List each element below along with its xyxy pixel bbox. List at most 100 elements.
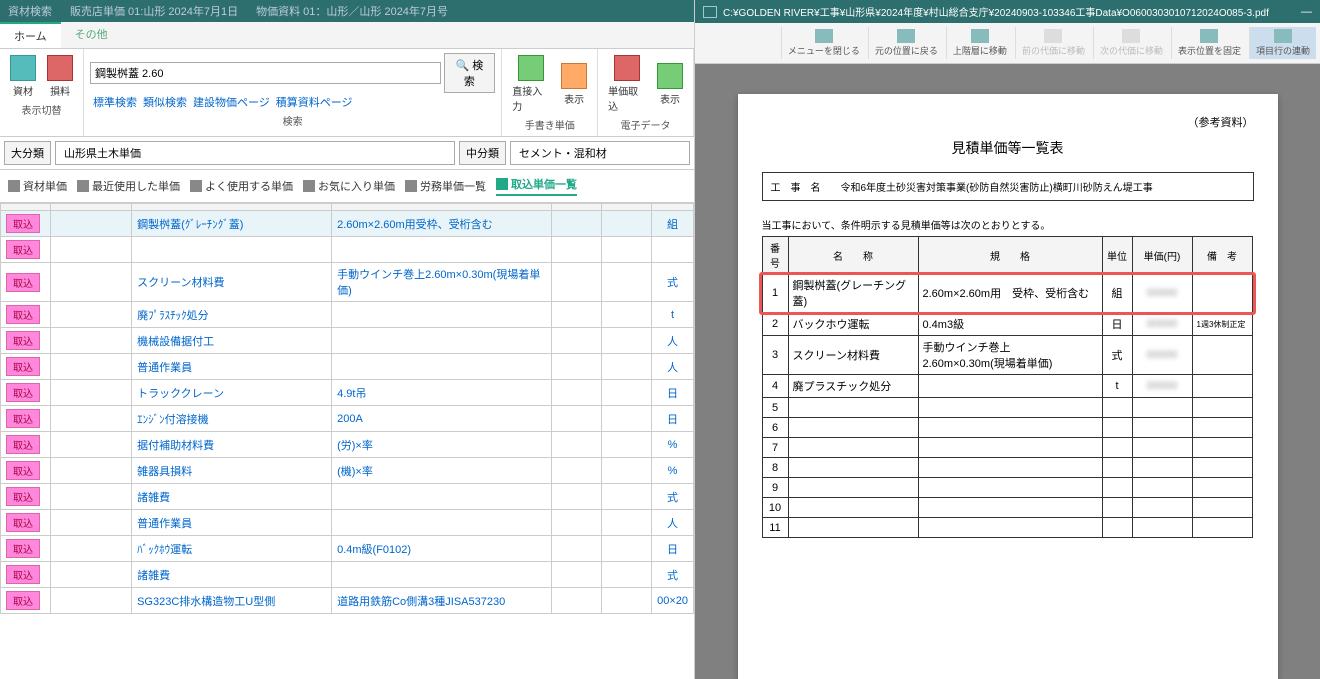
pdf-tool-close-menu[interactable]: メニューを閉じる (781, 27, 866, 59)
row-name[interactable]: 廃ﾌﾟﾗｽﾁｯｸ処分 (132, 302, 332, 328)
table-row[interactable]: 取込 諸雑費 式 (1, 562, 694, 588)
data-table[interactable]: 取込 鋼製桝蓋(ｸﾞﾚｰﾁﾝｸﾞ蓋) 2.60m×2.60m用受枠、受桁含む 組… (0, 203, 694, 679)
ribbon-group-handwrite: 直接入力 表示 手書き単価 (502, 49, 598, 136)
pdf-viewport[interactable]: （参考資料） 見積単価等一覧表 工 事 名 令和6年度土砂災害対策事業(砂防自然… (695, 64, 1320, 679)
table-row[interactable]: 取込 鋼製桝蓋(ｸﾞﾚｰﾁﾝｸﾞ蓋) 2.60m×2.60m用受枠、受桁含む 組 (1, 211, 694, 237)
material-button[interactable]: 資材 (6, 53, 40, 100)
row-name[interactable]: ﾊﾞｯｸﾎｳ運転 (132, 536, 332, 562)
cat-minor-value[interactable]: セメント・混和材 (510, 141, 690, 165)
take-button[interactable]: 取込 (6, 435, 40, 454)
tab-home[interactable]: ホーム (0, 22, 61, 48)
table-row[interactable]: 取込 雑器具損料 (機)×率 % (1, 458, 694, 484)
pdf-table-row: 6 (762, 418, 1253, 438)
row-unit: t (652, 302, 694, 328)
row-spec: 2.60m×2.60m用受枠、受桁含む (332, 211, 552, 237)
row-spec (332, 354, 552, 380)
table-row[interactable]: 取込 据付補助材料費 (労)×率 % (1, 432, 694, 458)
pdf-tool-next: 次の代価に移動 (1093, 27, 1169, 59)
take-button[interactable]: 取込 (6, 591, 40, 610)
row-name[interactable]: 雑器具損料 (132, 458, 332, 484)
link-sim-search[interactable]: 類似検索 (143, 94, 187, 110)
pdf-project-box: 工 事 名 令和6年度土砂災害対策事業(砂防自然災害防止)横町川砂防えん堤工事 (762, 172, 1254, 201)
row-name[interactable]: 普通作業員 (132, 354, 332, 380)
tab-other[interactable]: その他 (61, 22, 122, 48)
table-row[interactable]: 取込 トラッククレーン 4.9t吊 日 (1, 380, 694, 406)
show-button[interactable]: 表示 (557, 61, 591, 108)
take-button[interactable]: 取込 (6, 357, 40, 376)
table-row[interactable]: 取込 スクリーン材料費 手動ウインチ巻上2.60m×0.30m(現場着単価) 式 (1, 263, 694, 302)
table-row[interactable]: 取込 ｴﾝｼﾞﾝ付溶接機 200A 日 (1, 406, 694, 432)
tab-labor-price[interactable]: 労務単価一覧 (405, 178, 486, 194)
table-row[interactable]: 取込 普通作業員 人 (1, 354, 694, 380)
row-name[interactable]: SG323C排水構造物工U型側 (132, 588, 332, 614)
table-row[interactable]: 取込 諸雑費 式 (1, 484, 694, 510)
row-unit: 人 (652, 328, 694, 354)
row-name[interactable]: 諸雑費 (132, 562, 332, 588)
direct-input-button[interactable]: 直接入力 (508, 53, 554, 115)
row-name[interactable]: 諸雑費 (132, 484, 332, 510)
take-button[interactable]: 取込 (6, 461, 40, 480)
pdf-tool-back[interactable]: 元の位置に戻る (868, 27, 944, 59)
cat-major-value[interactable]: 山形県土木単価 (55, 141, 455, 165)
tab-frequent-price[interactable]: よく使用する単価 (190, 178, 293, 194)
row-name[interactable]: ｴﾝｼﾞﾝ付溶接機 (132, 406, 332, 432)
search-button[interactable]: 🔍 検索 (444, 53, 496, 93)
tab-material-price[interactable]: 資材単価 (8, 178, 67, 194)
table-row[interactable]: 取込 SG323C排水構造物工U型側 道路用鉄筋Co側溝3種JISA537230… (1, 588, 694, 614)
pdf-table-row: 9 (762, 478, 1253, 498)
row-unit: % (652, 432, 694, 458)
row-spec (332, 302, 552, 328)
link-estimate-page[interactable]: 積算資料ページ (276, 94, 353, 110)
table-row[interactable]: 取込 廃ﾌﾟﾗｽﾁｯｸ処分 t (1, 302, 694, 328)
ribbon-group-view: 資材 損料 表示切替 (0, 49, 84, 136)
row-unit: 日 (652, 406, 694, 432)
take-button[interactable]: 取込 (6, 383, 40, 402)
take-button[interactable]: 取込 (6, 409, 40, 428)
pdf-tool-fix[interactable]: 表示位置を固定 (1171, 27, 1247, 59)
take-button[interactable]: 取込 (6, 331, 40, 350)
take-button[interactable]: 取込 (6, 305, 40, 324)
row-unit: 式 (652, 263, 694, 302)
pdf-tool-link[interactable]: 項目行の連動 (1249, 27, 1316, 59)
row-name[interactable] (132, 237, 332, 263)
link-std-search[interactable]: 標準検索 (93, 94, 137, 110)
table-row[interactable]: 取込 ﾊﾞｯｸﾎｳ運転 0.4m級(F0102) 日 (1, 536, 694, 562)
table-row[interactable]: 取込 機械設備据付工 人 (1, 328, 694, 354)
take-button[interactable]: 取込 (6, 565, 40, 584)
row-name[interactable]: トラッククレーン (132, 380, 332, 406)
take-button[interactable]: 取込 (6, 539, 40, 558)
take-button[interactable]: 取込 (6, 240, 40, 259)
ribbon-group-search: 🔍 検索 標準検索 類似検索 建設物価ページ 積算資料ページ 検索 (84, 49, 502, 136)
pdf-table: 番号 名 称 規 格 単位 単価(円) 備 考 1鋼製桝蓋(グレーチング蓋)2.… (762, 236, 1254, 538)
search-input[interactable] (90, 62, 441, 84)
take-button[interactable]: 取込 (6, 487, 40, 506)
row-name[interactable]: スクリーン材料費 (132, 263, 332, 302)
take-button[interactable]: 取込 (6, 513, 40, 532)
row-name[interactable]: 鋼製桝蓋(ｸﾞﾚｰﾁﾝｸﾞ蓋) (132, 211, 332, 237)
tab-recent-price[interactable]: 最近使用した単価 (77, 178, 180, 194)
row-spec (332, 328, 552, 354)
tab-import-price[interactable]: 取込単価一覧 (496, 176, 577, 196)
app-titlebar: 資材検索 販売店単価 01:山形 2024年7月1日 物価資料 01：山形／山形… (0, 0, 694, 22)
show2-button[interactable]: 表示 (653, 61, 687, 108)
price-info-2: 物価資料 01：山形／山形 2024年7月号 (256, 3, 448, 19)
row-name[interactable]: 据付補助材料費 (132, 432, 332, 458)
take-button[interactable]: 取込 (6, 214, 40, 233)
tab-favorite-price[interactable]: お気に入り単価 (303, 178, 395, 194)
take-button[interactable]: 取込 (6, 273, 40, 292)
row-name[interactable]: 普通作業員 (132, 510, 332, 536)
row-name[interactable]: 機械設備据付工 (132, 328, 332, 354)
table-row[interactable]: 取込 普通作業員 人 (1, 510, 694, 536)
pdf-table-row: 3スクリーン材料費手動ウインチ巻上 2.60m×0.30m(現場着単価)式000… (762, 336, 1253, 375)
pdf-table-row: 10 (762, 498, 1253, 518)
link-construction-page[interactable]: 建設物価ページ (193, 94, 270, 110)
pdf-note: 当工事において、条件明示する見積単価等は次のとおりとする。 (762, 217, 1254, 232)
table-row[interactable]: 取込 (1, 237, 694, 263)
pdf-tool-up[interactable]: 上階層に移動 (946, 27, 1013, 59)
minimize-icon[interactable]: — (1301, 6, 1312, 18)
price-import-button[interactable]: 単価取込 (604, 53, 650, 115)
row-unit: 人 (652, 354, 694, 380)
ribbon: 資材 損料 表示切替 🔍 検索 標準検索 類似検索 建設物価ページ 積算資料ペー… (0, 49, 694, 137)
loss-button[interactable]: 損料 (43, 53, 77, 100)
row-unit: 式 (652, 484, 694, 510)
